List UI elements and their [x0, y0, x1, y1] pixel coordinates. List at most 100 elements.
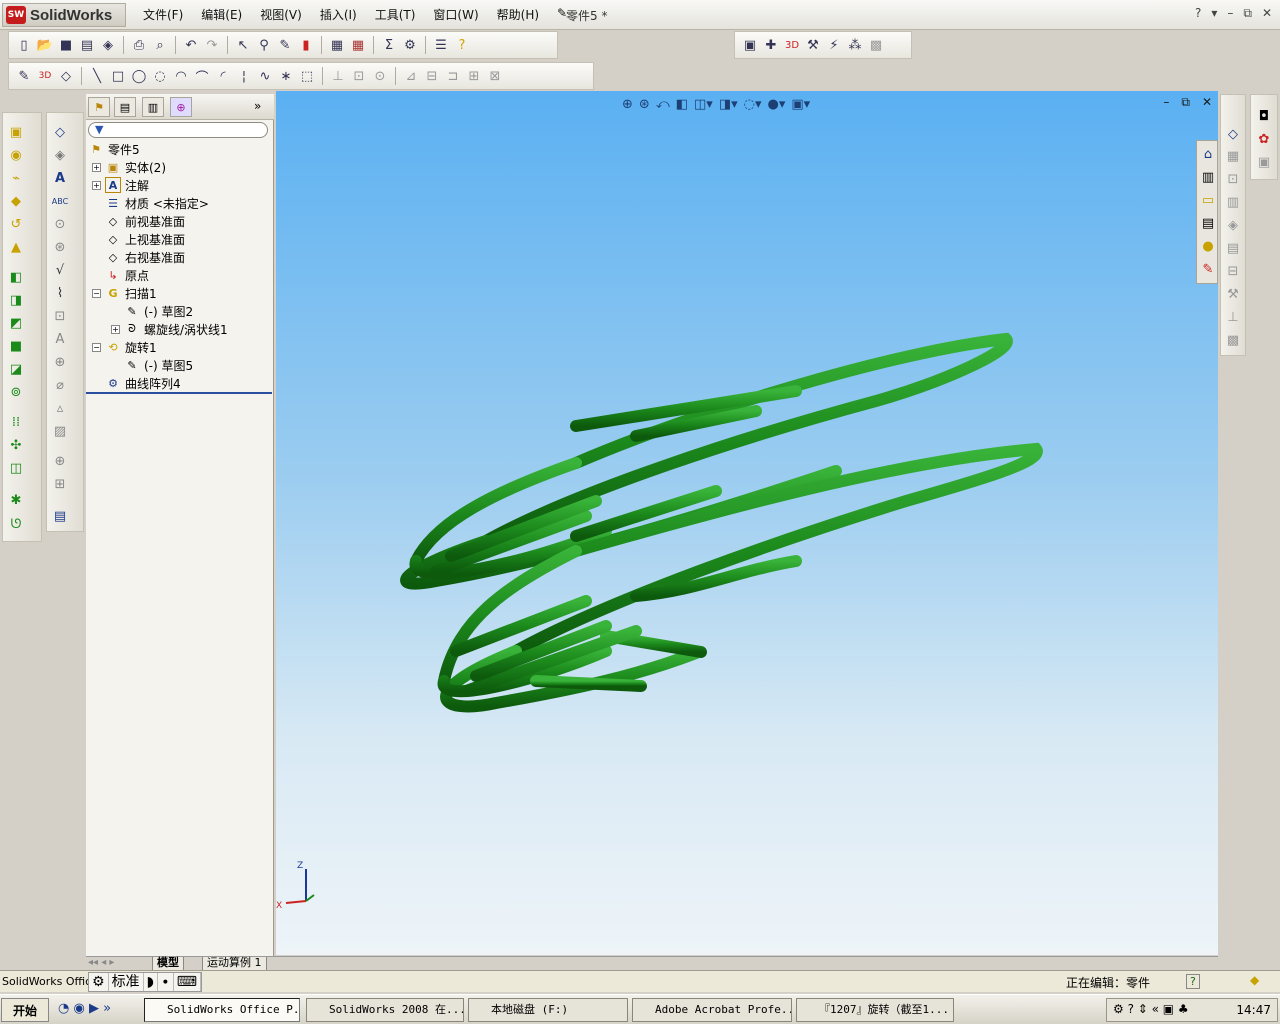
network-icon[interactable]: ⁂ [846, 36, 864, 54]
loft-icon[interactable]: ◆ [7, 192, 25, 210]
circular-pattern-feature-icon[interactable]: ✣ [7, 436, 25, 454]
block-icon[interactable]: ▵ [51, 399, 69, 417]
tree-root[interactable]: ⚑ 零件5 [88, 140, 140, 158]
undo-icon[interactable]: ↶ [182, 36, 200, 54]
model-3d-view[interactable]: Z X [276, 91, 1218, 955]
dimension-icon[interactable]: ◇ [1224, 125, 1242, 143]
tab-scroll-arrows[interactable]: ◂◂ ◂ ▸ [88, 957, 114, 968]
rib-icon[interactable]: ◩ [7, 314, 25, 332]
status-help-icon[interactable]: ? [1186, 974, 1200, 989]
tree-node-solid-bodies[interactable]: + ▣ 实体(2) [92, 158, 166, 176]
menu-help[interactable]: 帮助(H) [488, 6, 548, 23]
revolve-boss-icon[interactable]: ◉ [7, 146, 25, 164]
line-icon[interactable]: ╲ [88, 67, 106, 85]
mirror-feature-icon[interactable]: ◫ [7, 459, 25, 477]
tab-model[interactable]: 模型 [152, 957, 184, 971]
sketch-rebuild-icon[interactable]: ✎ [276, 36, 294, 54]
centerline-icon[interactable]: ¦ [235, 67, 253, 85]
analysis-icon[interactable]: ⚡ [825, 36, 843, 54]
rectangle-icon[interactable]: □ [109, 67, 127, 85]
help-question-icon[interactable]: ? [453, 36, 471, 54]
new-document-icon[interactable]: ▯ [15, 36, 33, 54]
weld-symbol-icon[interactable]: ⌇ [51, 284, 69, 302]
design-library-icon[interactable]: ▥ [1199, 168, 1217, 186]
ime-icon[interactable]: ⚙ [89, 973, 109, 991]
tree-node-right-plane[interactable]: ◇ 右视基准面 [105, 248, 185, 266]
table-icon[interactable]: ▤ [51, 507, 69, 525]
spline-icon[interactable]: ∿ [256, 67, 274, 85]
properties-icon[interactable]: ☰ [432, 36, 450, 54]
smart-dim-icon[interactable]: ◇ [51, 123, 69, 141]
hole-callout-icon[interactable]: ⌀ [51, 376, 69, 394]
hole-wizard-icon[interactable]: ⊚ [7, 383, 25, 401]
custom-properties-icon[interactable]: ✎ [1199, 260, 1217, 278]
tree-node-helix[interactable]: + ᘐ 螺旋线/涡状线1 [111, 320, 228, 338]
menu-tools[interactable]: 工具(T) [366, 6, 425, 23]
datum-feature-icon[interactable]: A [51, 330, 69, 348]
save-icon[interactable]: ■ [57, 36, 75, 54]
property-manager-tab-icon[interactable]: ▤ [114, 97, 136, 117]
view-icon-1[interactable]: ▦ [1224, 147, 1242, 165]
grid-icon[interactable]: ▦ [328, 36, 346, 54]
spell-check-icon[interactable]: ABC [51, 192, 69, 210]
collapse-icon[interactable]: − [92, 288, 101, 298]
dome-icon[interactable]: ▲ [7, 238, 25, 256]
task-local-disk[interactable]: 本地磁盘 (F:) [468, 998, 628, 1022]
3d-icon[interactable]: 3D [783, 36, 801, 54]
make-drawing-icon[interactable]: ▤ [78, 36, 96, 54]
view-icon-6[interactable]: ⊟ [1224, 262, 1242, 280]
tree-node-material[interactable]: ☰ 材质 <未指定> [105, 194, 209, 212]
menu-insert[interactable]: 插入(I) [311, 6, 366, 23]
graphics-area[interactable]: ⊕ ⊛ ⤺ ◧ ◫▾ ◨▾ ◌▾ ●▾ ▣▾ – ⧉ ✕ Z X [276, 91, 1218, 955]
menu-file[interactable]: 文件(F) [134, 6, 192, 23]
select-filter-icon[interactable]: ⚲ [255, 36, 273, 54]
select-pointer-icon[interactable]: ↖ [234, 36, 252, 54]
solidworks-logo[interactable]: SW SolidWorks [2, 3, 126, 27]
task-solidworks[interactable]: SolidWorks Office P... [144, 998, 300, 1022]
curves-icon[interactable]: ᘎ [7, 515, 25, 533]
extrude-icon[interactable]: ▣ [7, 123, 25, 141]
edit-appearance-icon[interactable]: Σ [380, 36, 398, 54]
view-palette-icon[interactable]: ▤ [1199, 214, 1217, 232]
view-icon-7[interactable]: ⚒ [1224, 285, 1242, 303]
3d-sketch-icon[interactable]: 3D [36, 67, 54, 85]
model-items-icon[interactable]: ◈ [51, 146, 69, 164]
expand-icon[interactable]: + [92, 180, 101, 190]
print-preview-icon[interactable]: ⌕ [151, 36, 169, 54]
tree-node-sketch5[interactable]: ✎ (-) 草图5 [124, 356, 193, 374]
tree-node-revolve[interactable]: − ⟲ 旋转1 [92, 338, 157, 356]
ime-punct-icon[interactable]: ∙ [158, 973, 174, 991]
geometric-tolerance-icon[interactable]: ⊡ [51, 307, 69, 325]
sweep-cut-icon[interactable]: ↺ [7, 215, 25, 233]
restore-button[interactable]: ⧉ [1243, 6, 1252, 21]
smart-dimension-icon[interactable]: ◇ [57, 67, 75, 85]
shell-icon[interactable]: ■ [7, 337, 25, 355]
menu-window[interactable]: 窗口(W) [424, 6, 487, 23]
view-icon-8[interactable]: ⊥ [1224, 308, 1242, 326]
sweep-boss-icon[interactable]: ⌁ [7, 169, 25, 187]
draft-icon[interactable]: ◪ [7, 360, 25, 378]
tree-node-sketch2[interactable]: ✎ (-) 草图2 [124, 302, 193, 320]
tree-node-curve-pattern[interactable]: ⚙ 曲线阵列4 [105, 374, 181, 392]
close-button[interactable]: ✕ [1262, 6, 1272, 21]
balloon-icon[interactable]: ⊙ [51, 215, 69, 233]
centerline-annotation-icon[interactable]: ⊞ [51, 475, 69, 493]
view-icon-2[interactable]: ⊡ [1224, 170, 1242, 188]
convert-entities-icon[interactable]: ⊙ [371, 67, 389, 85]
arc-icon[interactable]: ◌ [151, 67, 169, 85]
move-icon[interactable]: ⊐ [444, 67, 462, 85]
fillet-icon[interactable]: ◜ [214, 67, 232, 85]
tree-node-annotations[interactable]: + A 注解 [92, 176, 149, 194]
task-solidworks-2008[interactable]: SolidWorks 2008 在... [306, 998, 464, 1022]
ime-halfwidth-icon[interactable]: ◗ [144, 973, 158, 991]
view-icon-5[interactable]: ▤ [1224, 239, 1242, 257]
minimize-button[interactable]: – [1227, 6, 1233, 21]
photoworks-icon[interactable]: ▣ [741, 36, 759, 54]
surface-finish-icon[interactable]: √ [51, 261, 69, 279]
tree-node-sweep[interactable]: − G 扫描1 [92, 284, 157, 302]
lights-icon[interactable]: ✿ [1255, 130, 1273, 148]
rollback-bar[interactable] [86, 392, 272, 394]
mirror-icon[interactable]: ⊥ [329, 67, 347, 85]
options-icon[interactable]: ⚙ [401, 36, 419, 54]
offset-icon[interactable]: ⊡ [350, 67, 368, 85]
